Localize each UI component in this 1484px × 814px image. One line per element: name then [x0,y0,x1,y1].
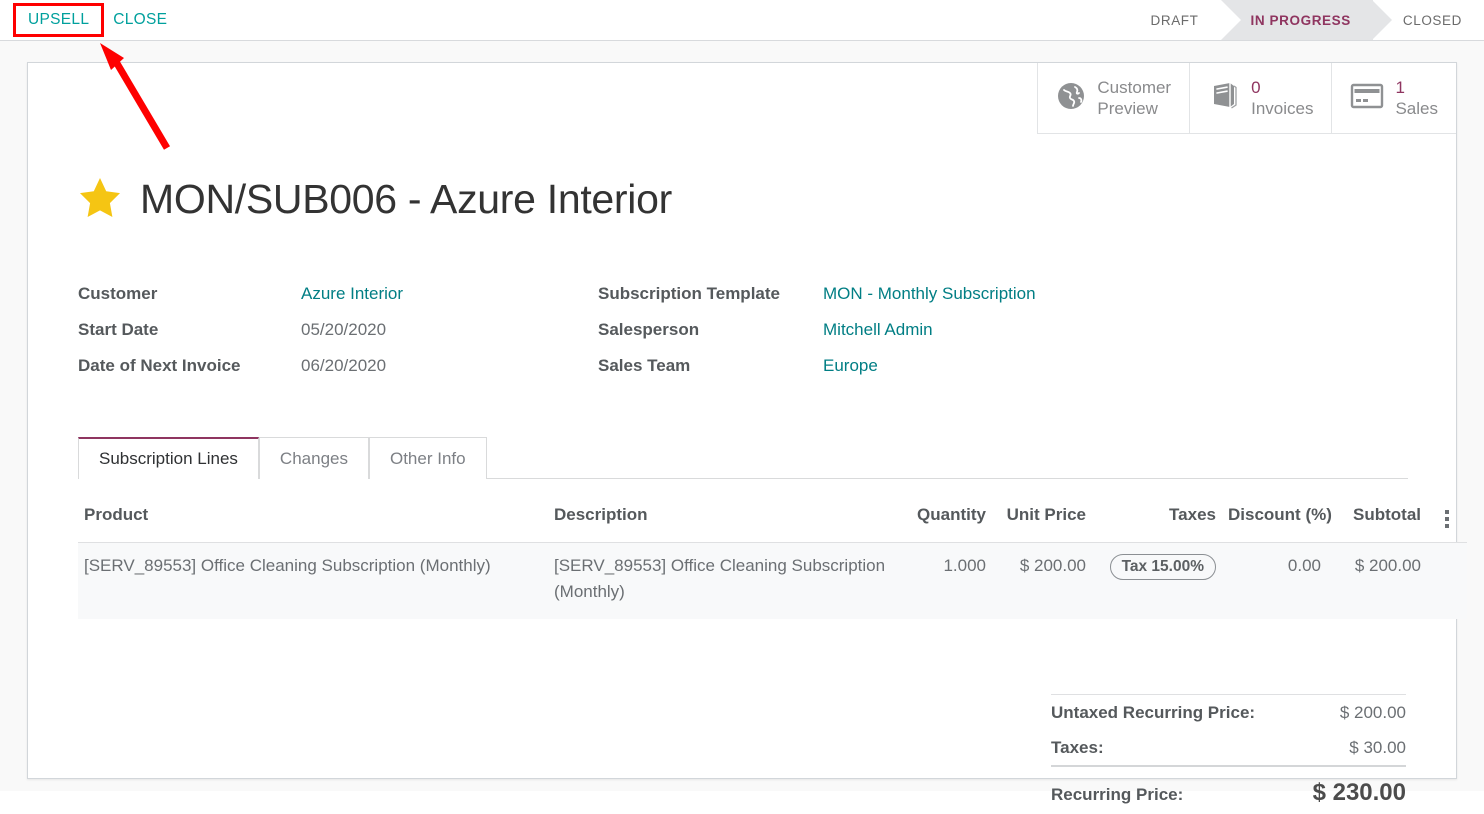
cell-subtotal[interactable]: $ 200.00 [1327,543,1427,620]
notebook: Subscription Lines Changes Other Info Pr… [78,435,1408,619]
stat-button-box: Customer Preview 0 Invoices [1037,63,1456,134]
cell-description[interactable]: [SERV_89553] Office Cleaning Subscriptio… [548,543,900,620]
total-label-untaxed: Untaxed Recurring Price: [1051,703,1255,723]
cell-discount[interactable]: 0.00 [1222,543,1327,620]
total-value-recurring-price: $ 230.00 [1313,779,1406,807]
book-icon [1208,81,1240,116]
vertical-dots-icon[interactable] [1443,508,1451,530]
total-row-untaxed: Untaxed Recurring Price: $ 200.00 [1051,694,1406,730]
star-icon[interactable] [78,176,122,223]
page-title: MON/SUB006 - Azure Interior [140,176,672,223]
field-value-date-of-next-invoice[interactable]: 06/20/2020 [301,348,598,384]
upsell-button[interactable]: UPSELL [16,6,101,34]
total-row-recurring-price: Recurring Price: $ 230.00 [1051,765,1406,814]
field-value-salesperson[interactable]: Mitchell Admin [823,312,1158,348]
stat-button-invoices[interactable]: 0 Invoices [1189,63,1331,133]
form-sheet: Customer Preview 0 Invoices [27,62,1457,779]
column-header-taxes[interactable]: Taxes [1092,489,1222,543]
column-header-unit-price[interactable]: Unit Price [992,489,1092,543]
field-label-salesperson: Salesperson [598,312,823,348]
field-groups: Customer Azure Interior Start Date 05/20… [78,276,1408,384]
column-header-subtotal[interactable]: Subtotal [1327,489,1427,543]
stat-value-sales: 1 [1395,77,1438,98]
tax-badge: Tax 15.00% [1110,554,1216,580]
field-value-start-date[interactable]: 05/20/2020 [301,312,598,348]
control-panel-buttons: UPSELL CLOSE [0,6,179,34]
total-row-taxes: Taxes: $ 30.00 [1051,730,1406,765]
cell-options [1427,543,1467,620]
totals-block: Untaxed Recurring Price: $ 200.00 Taxes:… [1051,694,1406,814]
table-header-row: Product Description Quantity Unit Price … [78,489,1467,543]
field-value-sales-team[interactable]: Europe [823,348,1158,384]
close-button[interactable]: CLOSE [101,6,179,34]
table-row[interactable]: [SERV_89553] Office Cleaning Subscriptio… [78,543,1467,620]
field-value-subscription-template[interactable]: MON - Monthly Subscription [823,276,1158,312]
credit-card-icon [1350,83,1384,114]
cell-taxes[interactable]: Tax 15.00% [1092,543,1222,620]
total-label-recurring-price: Recurring Price: [1051,785,1183,805]
field-value-customer[interactable]: Azure Interior [301,276,598,312]
status-step-in-progress-label: IN PROGRESS [1251,13,1351,28]
status-step-draft[interactable]: DRAFT [1125,0,1221,40]
column-header-description[interactable]: Description [548,489,900,543]
status-pipeline: DRAFT IN PROGRESS CLOSED [1125,0,1484,40]
total-value-taxes: $ 30.00 [1349,738,1406,758]
subscription-lines-table: Product Description Quantity Unit Price … [78,489,1467,619]
column-header-quantity[interactable]: Quantity [900,489,992,543]
stat-label-invoices: Invoices [1251,98,1313,119]
stat-value-invoices: 0 [1251,77,1313,98]
cell-product[interactable]: [SERV_89553] Office Cleaning Subscriptio… [78,543,548,620]
stat-label-sales: Sales [1395,98,1438,119]
cell-unit-price[interactable]: $ 200.00 [992,543,1092,620]
field-label-subscription-template: Subscription Template [598,276,823,312]
stat-button-customer-preview[interactable]: Customer Preview [1037,63,1189,133]
field-group-left: Customer Azure Interior Start Date 05/20… [78,276,598,384]
notebook-tabs: Subscription Lines Changes Other Info [78,435,1408,479]
status-step-closed-label: CLOSED [1403,13,1462,28]
tab-subscription-lines[interactable]: Subscription Lines [78,437,259,479]
tab-other-info[interactable]: Other Info [369,437,487,479]
globe-icon [1056,81,1086,116]
column-options-cell [1427,489,1467,543]
status-step-in-progress[interactable]: IN PROGRESS [1221,0,1373,40]
stat-label-customer-preview-line1: Customer [1097,77,1171,98]
field-group-right: Subscription Template MON - Monthly Subs… [598,276,1158,384]
tab-changes[interactable]: Changes [259,437,369,479]
column-header-discount[interactable]: Discount (%) [1222,489,1327,543]
field-label-sales-team: Sales Team [598,348,823,384]
stat-text-invoices: 0 Invoices [1251,77,1313,119]
stat-text-sales: 1 Sales [1395,77,1438,119]
column-header-product[interactable]: Product [78,489,548,543]
stat-label-customer-preview-line2: Preview [1097,98,1171,119]
field-label-customer: Customer [78,276,301,312]
record-title-row: MON/SUB006 - Azure Interior [78,176,672,223]
total-value-untaxed: $ 200.00 [1340,703,1406,723]
stat-text-customer-preview: Customer Preview [1097,77,1171,119]
cell-quantity[interactable]: 1.000 [900,543,992,620]
field-label-start-date: Start Date [78,312,301,348]
status-step-draft-label: DRAFT [1151,13,1199,28]
stat-button-sales[interactable]: 1 Sales [1331,63,1456,133]
field-label-date-of-next-invoice: Date of Next Invoice [78,348,301,384]
total-label-taxes: Taxes: [1051,738,1104,758]
